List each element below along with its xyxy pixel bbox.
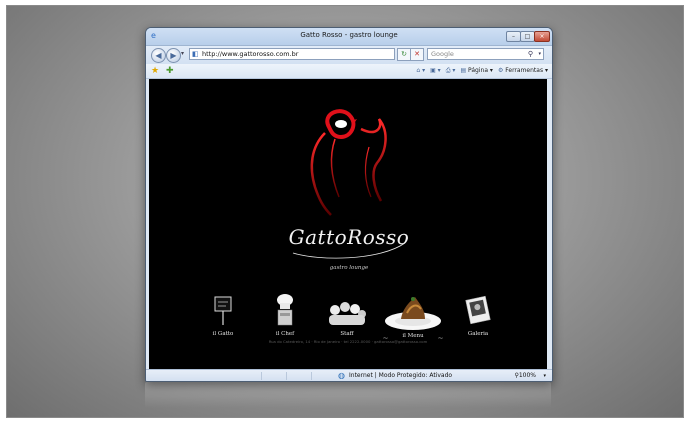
menu-item-staff[interactable]: Staff xyxy=(319,291,375,346)
dish-plate-icon xyxy=(385,297,441,330)
print-icon[interactable]: ⎙ ▾ xyxy=(446,66,456,76)
search-icon[interactable]: ⚲ xyxy=(528,49,533,60)
site-menu: il Gatto il Chef Staff ⁓ ⁓ il Menu Galer… xyxy=(195,291,505,346)
globe-icon: ◍ xyxy=(338,371,345,380)
brand-logotype: GattoRosso xyxy=(288,225,410,249)
history-dropdown-icon[interactable]: ▾ xyxy=(181,50,184,57)
menu-item-il-chef[interactable]: il Chef xyxy=(257,291,313,346)
address-bar[interactable]: ◧ http://www.gattorosso.com.br xyxy=(189,48,395,60)
zoom-value: 100% xyxy=(518,372,536,379)
status-bar: ◍ Internet | Modo Protegido: Ativado ⚲10… xyxy=(146,369,552,381)
menu-label: Galeria xyxy=(467,331,489,337)
page-menu[interactable]: ▤ Página ▾ xyxy=(460,66,493,76)
status-divider xyxy=(261,372,262,380)
page-menu-label: Página xyxy=(468,67,489,74)
status-divider xyxy=(311,372,312,380)
address-url: http://www.gattorosso.com.br xyxy=(202,50,299,58)
search-dropdown-icon[interactable]: ▾ xyxy=(538,49,541,60)
menu-label: il Chef xyxy=(275,331,295,337)
title-bar: e Gatto Rosso - gastro lounge – □ × xyxy=(146,28,552,46)
menu-label: il Gatto xyxy=(212,331,234,337)
tools-menu[interactable]: ⚙ Ferramentas ▾ xyxy=(498,66,548,76)
add-favorites-icon[interactable]: ✚ xyxy=(166,65,174,77)
page-content: GattoRosso gastro lounge il Gatto il Che… xyxy=(149,79,547,369)
status-divider xyxy=(286,372,287,380)
favorites-star-icon[interactable]: ★ xyxy=(151,65,159,77)
signboard-icon xyxy=(214,296,232,325)
close-button[interactable]: × xyxy=(534,31,550,42)
home-icon[interactable]: ⌂ ▾ xyxy=(416,66,425,76)
tools-icon: ⚙ xyxy=(497,67,504,74)
site-footer: Rua do Catedreiro, 14 · Rio de Janeiro ·… xyxy=(268,339,428,344)
minimize-button[interactable]: – xyxy=(506,31,521,42)
menu-label: Staff xyxy=(340,331,354,337)
security-zone[interactable]: Internet | Modo Protegido: Ativado xyxy=(349,370,452,381)
window-reflection xyxy=(145,382,551,408)
page-icon: ◧ xyxy=(192,50,199,58)
photo-frame-icon xyxy=(465,295,491,325)
brand-tagline: gastro lounge xyxy=(329,265,369,271)
navigation-bar: ◀ ▶ ▾ ◧ http://www.gattorosso.com.br ↻ ✕… xyxy=(146,46,552,64)
maximize-button[interactable]: □ xyxy=(520,31,535,42)
browser-window: e Gatto Rosso - gastro lounge – □ × ◀ ▶ … xyxy=(145,27,553,382)
zoom-dropdown-icon[interactable]: ▾ xyxy=(543,370,546,381)
page-menu-icon: ▤ xyxy=(460,67,467,74)
forward-icon[interactable]: ▶ xyxy=(166,48,181,63)
stop-icon[interactable]: ✕ xyxy=(410,48,424,61)
window-title: Gatto Rosso - gastro lounge xyxy=(300,31,398,39)
refresh-icon[interactable]: ↻ xyxy=(397,48,411,61)
feeds-icon[interactable]: ▣ ▾ xyxy=(430,66,441,76)
zoom-level[interactable]: ⚲100% xyxy=(514,370,536,381)
menu-item-galeria[interactable]: Galeria xyxy=(450,291,506,346)
menu-item-il-menu[interactable]: ⁓ ⁓ il Menu xyxy=(381,291,445,346)
red-cat-logo xyxy=(310,109,387,216)
menu-item-il-gatto[interactable]: il Gatto xyxy=(195,291,251,346)
search-input[interactable]: Google ⚲ ▾ xyxy=(427,48,544,60)
search-placeholder: Google xyxy=(431,50,454,58)
staff-group-icon xyxy=(329,302,366,325)
back-icon[interactable]: ◀ xyxy=(151,48,166,63)
chef-hat-icon xyxy=(277,294,293,326)
tools-menu-label: Ferramentas xyxy=(505,67,544,74)
command-bar: ★ ✚ ⌂ ▾ ▣ ▾ ⎙ ▾ ▤ Página ▾ ⚙ Ferramentas… xyxy=(146,64,552,79)
